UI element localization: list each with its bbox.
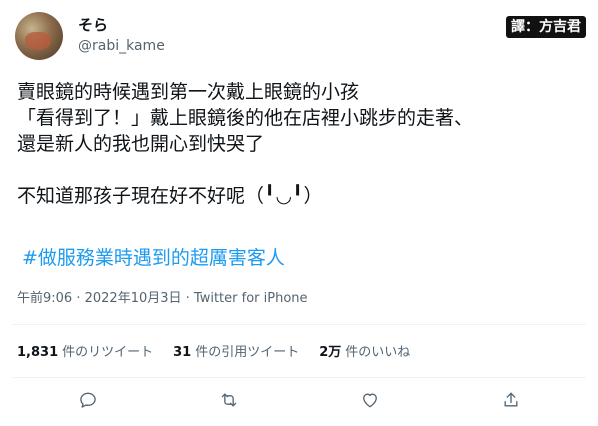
author-handle[interactable]: @rabi_kame: [78, 38, 165, 54]
author-display-name[interactable]: そら: [78, 16, 108, 34]
tweet-line: 賣眼鏡的時候遇到第一次戴上眼鏡的小孩: [17, 81, 360, 103]
tweet-line: 「看得到了！」戴上眼鏡後的他在店裡小跳步的走著、: [17, 107, 474, 129]
quotes-stat[interactable]: 31 件の引用ツイート: [173, 344, 299, 362]
tweet-date[interactable]: 2022年10月3日: [85, 291, 182, 306]
translator-badge: 譯：方吉君: [506, 16, 586, 38]
likes-stat[interactable]: 2万 件のいいね: [319, 344, 410, 362]
like-button[interactable]: [358, 388, 382, 412]
meta-separator: ·: [72, 291, 85, 306]
tweet-source[interactable]: Twitter for iPhone: [194, 291, 308, 306]
likes-count: 2万: [319, 345, 342, 360]
hashtag-link[interactable]: #做服務業時遇到的超厲害客人: [22, 245, 285, 271]
divider: [12, 377, 586, 378]
quotes-count: 31: [173, 345, 192, 360]
tweet-meta: 午前9:06 · 2022年10月3日 · Twitter for iPhone: [17, 290, 308, 308]
engagement-stats: 1,831 件のリツイート 31 件の引用ツイート 2万 件のいいね: [17, 344, 430, 362]
likes-label: 件のいいね: [345, 345, 411, 360]
action-bar: [0, 388, 598, 416]
retweets-label: 件のリツイート: [62, 345, 154, 360]
tweet-line: 還是新人的我也開心到快哭了: [17, 133, 265, 155]
avatar[interactable]: [15, 12, 63, 60]
quotes-label: 件の引用ツイート: [195, 345, 300, 360]
tweet-line: 不知道那孩子現在好不好呢（╹◡╹）: [17, 185, 323, 207]
retweet-icon: [221, 393, 237, 407]
retweet-button[interactable]: [217, 388, 241, 412]
retweets-stat[interactable]: 1,831 件のリツイート: [17, 344, 153, 362]
share-button[interactable]: [499, 388, 523, 412]
heart-icon: [363, 393, 377, 408]
tweet-time[interactable]: 午前9:06: [17, 291, 72, 306]
paragraph-break: [17, 157, 587, 183]
reply-button[interactable]: [76, 388, 100, 412]
divider: [12, 324, 586, 325]
share-icon: [504, 392, 518, 407]
tweet-text: 賣眼鏡的時候遇到第一次戴上眼鏡的小孩 「看得到了！」戴上眼鏡後的他在店裡小跳步的…: [17, 79, 587, 209]
reply-icon: [80, 392, 96, 408]
meta-separator: ·: [181, 291, 194, 306]
retweets-count: 1,831: [17, 345, 59, 360]
